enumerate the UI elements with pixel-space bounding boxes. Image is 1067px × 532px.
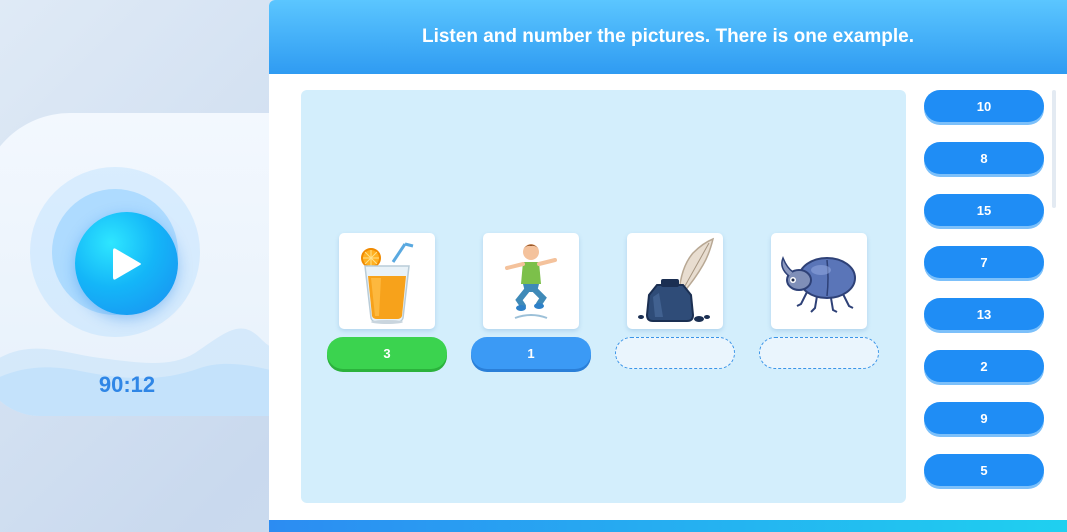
option-button[interactable]: 15 bbox=[924, 194, 1044, 226]
answer-slot-3[interactable] bbox=[615, 337, 735, 369]
picture-card-ink bbox=[627, 233, 723, 329]
instruction-header: Listen and number the pictures. There is… bbox=[269, 0, 1067, 74]
answer-slot-1[interactable]: 3 bbox=[327, 337, 447, 369]
ink-and-quill-icon bbox=[638, 237, 715, 322]
option-button[interactable]: 8 bbox=[924, 142, 1044, 174]
audio-timer: 90:12 bbox=[98, 372, 156, 397]
answer-slot-4[interactable] bbox=[759, 337, 879, 369]
picture-work-area: 3 1 bbox=[301, 90, 906, 503]
instruction-text: Listen and number the pictures. There is… bbox=[421, 26, 914, 47]
option-button[interactable]: 9 bbox=[924, 402, 1044, 434]
options-scrollbar[interactable] bbox=[1052, 90, 1056, 208]
play-icon bbox=[112, 247, 141, 280]
picture-card-juice bbox=[339, 233, 435, 329]
answer-slot-2[interactable]: 1 bbox=[471, 337, 591, 369]
picture-card-boy bbox=[483, 233, 579, 329]
option-button[interactable]: 2 bbox=[924, 350, 1044, 382]
jumping-boy-icon bbox=[505, 244, 557, 319]
footer-bar bbox=[269, 520, 1067, 532]
option-button[interactable]: 5 bbox=[924, 454, 1044, 486]
picture-card-beetle bbox=[771, 233, 867, 329]
option-button[interactable]: 10 bbox=[924, 90, 1044, 122]
beetle-icon bbox=[781, 255, 856, 313]
option-button[interactable]: 13 bbox=[924, 298, 1044, 330]
option-button[interactable]: 7 bbox=[924, 246, 1044, 278]
play-button[interactable] bbox=[75, 212, 178, 315]
exercise-panel: Listen and number the pictures. There is… bbox=[269, 0, 1067, 532]
orange-juice-icon bbox=[361, 242, 414, 324]
